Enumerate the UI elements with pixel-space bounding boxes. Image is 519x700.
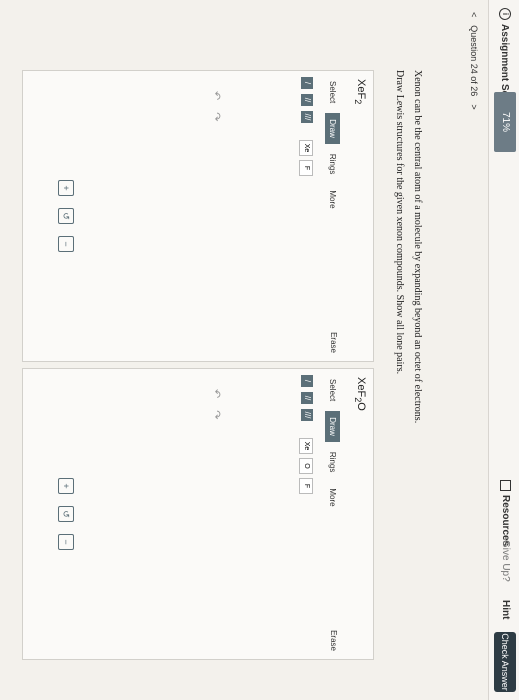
atom-palette: Xe F bbox=[299, 140, 313, 176]
formula-xef2o: XeF2O bbox=[352, 377, 367, 411]
prompt-line-1: Xenon can be the central atom of a molec… bbox=[412, 70, 423, 424]
info-icon[interactable]: i bbox=[499, 8, 511, 20]
double-bond-button[interactable]: // bbox=[301, 94, 313, 106]
resources-label: Resources bbox=[500, 495, 511, 547]
tool-draw[interactable]: Draw bbox=[325, 411, 341, 442]
tool-draw[interactable]: Draw bbox=[325, 113, 341, 144]
single-bond-button[interactable]: / bbox=[301, 77, 313, 89]
erase-button[interactable]: Erase bbox=[329, 332, 338, 353]
history-controls: ↶ ↷ bbox=[210, 91, 223, 121]
drawing-panel-xef2[interactable]: XeF2 Select Draw Rings More Erase / // /… bbox=[22, 70, 374, 362]
redo-icon[interactable]: ↷ bbox=[210, 112, 223, 121]
tool-more[interactable]: More bbox=[326, 482, 341, 512]
zoom-in-icon[interactable]: + bbox=[58, 478, 74, 494]
tool-select[interactable]: Select bbox=[326, 373, 341, 407]
bond-atom-row: / // /// Xe O F bbox=[299, 375, 313, 494]
formula-xef2: XeF2 bbox=[352, 79, 367, 105]
give-up-button[interactable]: Give Up? bbox=[500, 540, 511, 582]
next-question-button[interactable]: > bbox=[469, 104, 479, 109]
app-stage: i Assignment Score: 71% Resources Give U… bbox=[0, 0, 519, 700]
draw-toolbar: Select Draw Rings More bbox=[323, 71, 343, 361]
tool-select[interactable]: Select bbox=[326, 75, 341, 109]
atom-xe-button[interactable]: Xe bbox=[299, 438, 313, 454]
tool-rings[interactable]: Rings bbox=[326, 148, 341, 180]
question-prompt: Xenon can be the central atom of a molec… bbox=[390, 70, 426, 423]
check-answer-button[interactable]: Check Answer bbox=[494, 632, 516, 692]
question-counter: Question 24 of 26 bbox=[469, 25, 479, 97]
zoom-reset-icon[interactable]: ↺ bbox=[58, 208, 74, 224]
redo-icon[interactable]: ↷ bbox=[210, 410, 223, 419]
triple-bond-button[interactable]: /// bbox=[301, 111, 313, 123]
question-navigation: < Question 24 of 26 > bbox=[469, 12, 479, 110]
erase-button[interactable]: Erase bbox=[329, 630, 338, 651]
undo-icon[interactable]: ↶ bbox=[210, 91, 223, 100]
tool-more[interactable]: More bbox=[326, 184, 341, 214]
history-controls: ↶ ↷ bbox=[210, 389, 223, 419]
resources-icon bbox=[500, 480, 511, 491]
hint-button[interactable]: Hint bbox=[500, 600, 511, 619]
header-bar: i Assignment Score: 71% Resources Give U… bbox=[488, 0, 519, 700]
single-bond-button[interactable]: / bbox=[301, 375, 313, 387]
zoom-reset-icon[interactable]: ↺ bbox=[58, 506, 74, 522]
tool-rings[interactable]: Rings bbox=[326, 446, 341, 478]
prev-question-button[interactable]: < bbox=[469, 12, 479, 17]
zoom-out-icon[interactable]: − bbox=[58, 236, 74, 252]
bond-atom-row: / // /// Xe F bbox=[299, 77, 313, 176]
resources-button[interactable]: Resources bbox=[500, 480, 511, 546]
atom-palette: Xe O F bbox=[299, 438, 313, 494]
atom-f-button[interactable]: F bbox=[299, 160, 313, 176]
zoom-controls: + ↺ − bbox=[58, 478, 74, 550]
draw-toolbar: Select Draw Rings More bbox=[323, 369, 343, 659]
atom-o-button[interactable]: O bbox=[299, 458, 313, 474]
zoom-in-icon[interactable]: + bbox=[58, 180, 74, 196]
score-value: 71% bbox=[494, 92, 516, 152]
triple-bond-button[interactable]: /// bbox=[301, 409, 313, 421]
zoom-out-icon[interactable]: − bbox=[58, 534, 74, 550]
double-bond-button[interactable]: // bbox=[301, 392, 313, 404]
zoom-controls: + ↺ − bbox=[58, 180, 74, 252]
atom-f-button[interactable]: F bbox=[299, 478, 313, 494]
drawing-panel-xef2o[interactable]: XeF2O Select Draw Rings More Erase / // … bbox=[22, 368, 374, 660]
undo-icon[interactable]: ↶ bbox=[210, 389, 223, 398]
prompt-line-2: Draw Lewis structures for the given xeno… bbox=[394, 70, 405, 375]
atom-xe-button[interactable]: Xe bbox=[299, 140, 313, 156]
